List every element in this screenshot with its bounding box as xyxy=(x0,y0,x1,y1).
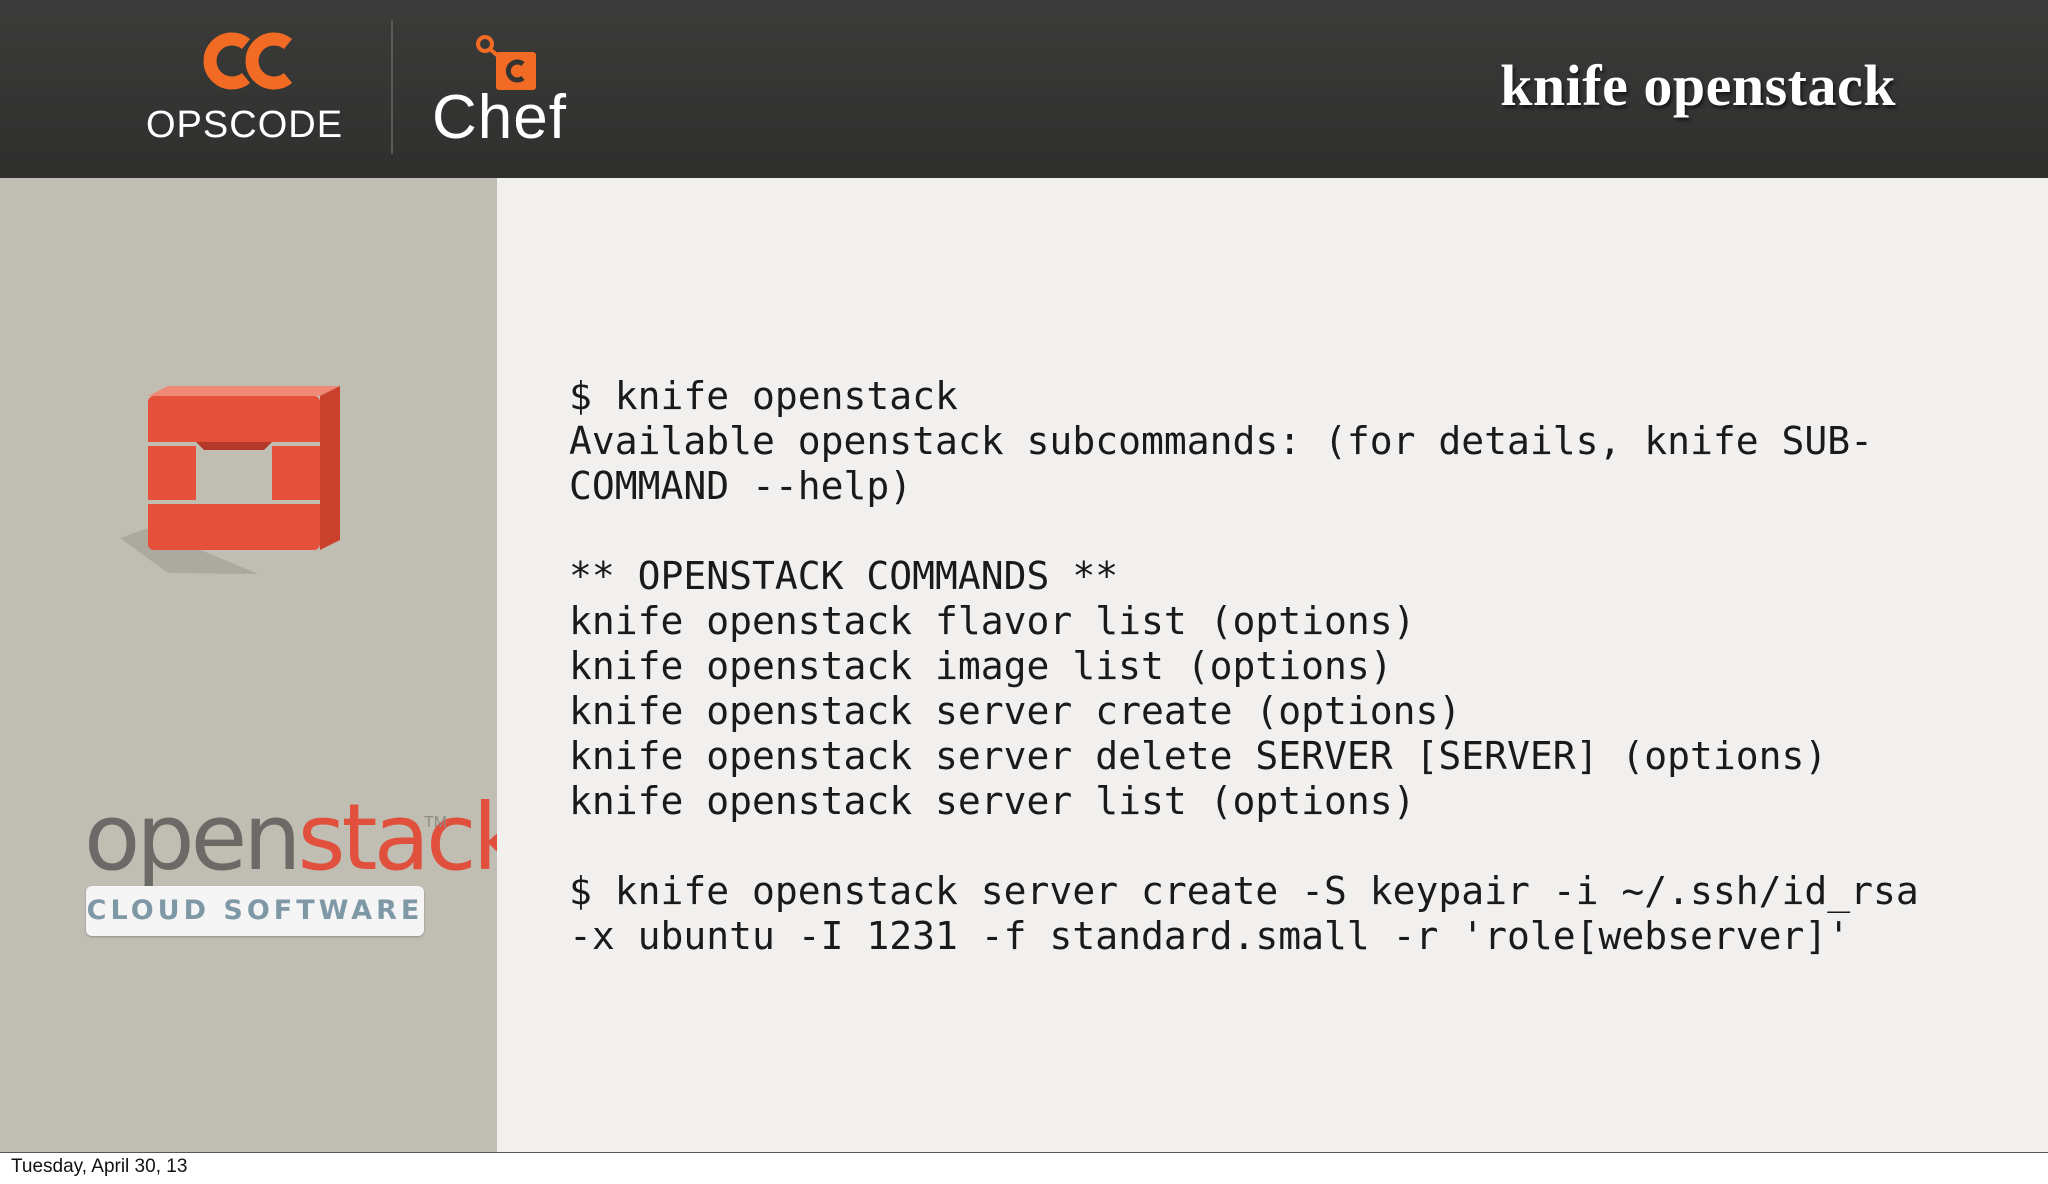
sidebar-panel: openstack TM CLOUD SOFTWARE xyxy=(0,178,526,1152)
openstack-word-open: open xyxy=(84,784,302,891)
terminal-output: $ knife openstack Available openstack sub… xyxy=(569,374,1919,959)
terminal-line: ** OPENSTACK COMMANDS ** xyxy=(569,554,1119,598)
terminal-line: knife openstack image list (options) xyxy=(569,644,1393,688)
opscode-logo-icon xyxy=(203,32,293,90)
openstack-trademark: TM xyxy=(424,814,448,831)
terminal-line: Available openstack subcommands: (for de… xyxy=(569,419,1874,463)
content-panel: $ knife openstack Available openstack sub… xyxy=(497,178,2048,1152)
openstack-cube-icon xyxy=(120,386,340,574)
footer-date: Tuesday, April 30, 13 xyxy=(11,1156,188,1177)
terminal-line: knife openstack flavor list (options) xyxy=(569,599,1416,643)
header-bar: OPSCODE Chef knife openstack xyxy=(0,0,2048,178)
opscode-wordmark: OPSCODE xyxy=(146,104,344,146)
terminal-line: -x ubuntu -I 1231 -f standard.small -r '… xyxy=(569,914,1851,958)
terminal-line: knife openstack server create (options) xyxy=(569,689,1462,733)
openstack-wordmark: openstack xyxy=(84,788,526,888)
terminal-line: $ knife openstack server create -S keypa… xyxy=(569,869,1919,913)
openstack-tagline: CLOUD SOFTWARE xyxy=(86,886,424,936)
terminal-line: COMMAND --help) xyxy=(569,464,913,508)
chef-wordmark: Chef xyxy=(432,83,567,152)
header-divider xyxy=(391,20,393,154)
terminal-line: knife openstack server list (options) xyxy=(569,779,1416,823)
footer-divider xyxy=(0,1152,2048,1153)
terminal-line: $ knife openstack xyxy=(569,374,958,418)
openstack-word-stack: stack xyxy=(297,784,526,891)
terminal-line: knife openstack server delete SERVER [SE… xyxy=(569,734,1828,778)
slide-title: knife openstack xyxy=(1500,53,1896,118)
